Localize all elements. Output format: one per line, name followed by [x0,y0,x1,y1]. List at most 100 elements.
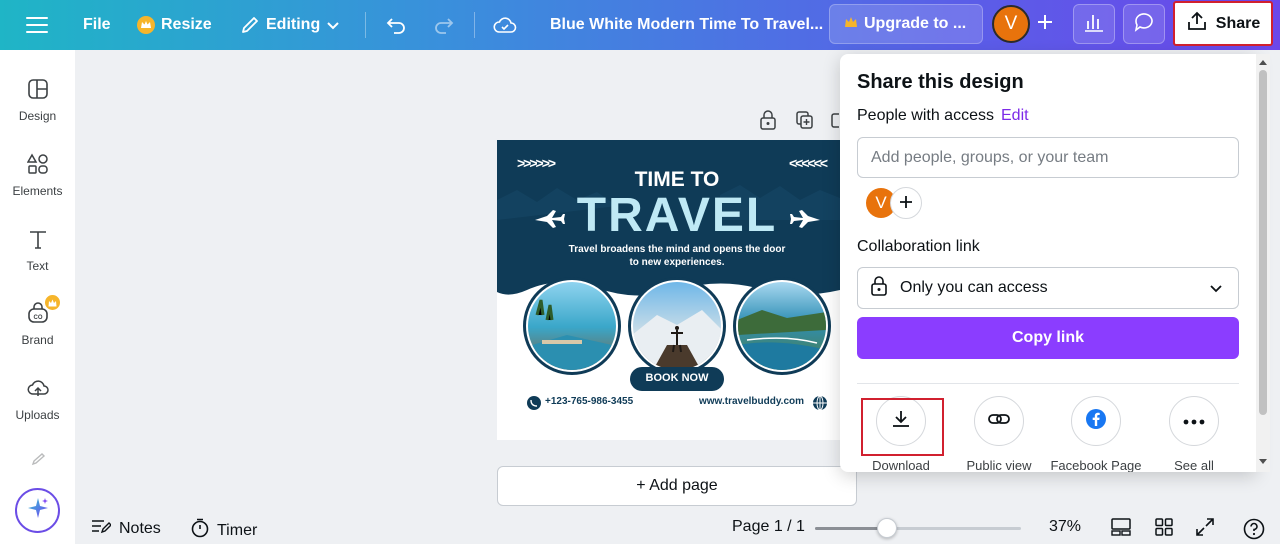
cloud-save-status[interactable] [493,7,517,43]
fullscreen-button[interactable] [1196,518,1214,541]
hamburger-icon [26,16,48,34]
sidebar-item-label: Text [26,259,49,273]
comments-button[interactable] [1123,4,1165,44]
sidebar-item-label: Elements [12,184,63,198]
poster-tagline-line-2: to new experiences. [629,257,725,268]
zoom-slider-thumb[interactable] [877,518,898,538]
insights-button[interactable] [1073,4,1115,44]
editing-mode-dropdown[interactable]: Editing [240,7,340,43]
share-option-label: See all [1174,458,1214,472]
zoom-level-text: 37% [1049,518,1082,535]
page-tools [759,110,843,135]
sidebar-item-label: Design [18,109,57,123]
sidebar-item-uploads[interactable]: Uploads [0,377,75,422]
pencil-icon [240,15,260,35]
panel-divider [857,383,1239,384]
magic-assistant-button[interactable] [15,488,60,533]
timer-button[interactable]: Timer [191,518,257,543]
share-button[interactable]: Share [1173,1,1273,46]
download-highlight-box [861,398,944,456]
timer-label: Timer [217,521,258,539]
notes-button[interactable]: Notes [91,518,161,539]
bottom-bar: Notes Timer Page 1 / 1 37% [75,513,1280,544]
premium-crown-icon [45,295,60,310]
share-option-label: Download [872,458,930,472]
sidebar-item-design[interactable]: Design [0,78,75,123]
add-page-icon[interactable] [831,110,843,135]
share-option-facebook-page[interactable]: Facebook Page [1046,396,1146,472]
text-t-icon [27,228,49,253]
share-label: Share [1215,14,1261,32]
redo-icon [433,15,455,35]
document-title[interactable]: Blue White Modern Time To Travel... [550,7,823,43]
facebook-option-circle[interactable] [1071,396,1121,446]
resize-button[interactable]: Resize [137,7,212,43]
pages-view-icon [1111,518,1131,541]
notes-icon [91,518,112,539]
upload-share-icon [1186,10,1208,37]
help-button[interactable] [1243,518,1265,544]
copy-link-label: Copy link [1011,329,1084,346]
page-view-button[interactable] [1111,518,1131,541]
public-view-option-circle[interactable] [974,396,1024,446]
poster-book-now: BOOK NOW [645,372,709,384]
help-icon [1243,518,1265,544]
redo-button[interactable] [433,7,455,43]
undo-icon [385,15,407,35]
share-option-label: Facebook Page [1050,458,1142,472]
sidebar-item-label: Brand [21,333,54,347]
poster-website: www.travelbuddy.com [699,396,805,407]
design-canvas[interactable]: >>>>>> <<<<<< TIME TO TRAVEL Travel broa… [497,140,840,440]
share-option-public-view[interactable]: Public view [949,396,1049,472]
bar-chart-icon [1083,12,1105,37]
crown-icon [844,15,858,33]
sidebar-item-text[interactable]: Text [0,228,75,273]
add-collaborator-button[interactable] [1028,6,1062,42]
document-title-text: Blue White Modern Time To Travel... [550,16,824,33]
plus-icon [899,192,913,215]
add-page-button[interactable]: + Add page [497,466,857,506]
lock-icon[interactable] [759,110,777,135]
plus-icon [1036,10,1054,38]
edit-access-link[interactable]: Edit [1001,107,1029,125]
editing-label: Editing [266,16,321,33]
menu-button[interactable] [26,7,48,43]
link-access-select[interactable]: Only you can access [857,267,1239,309]
left-sidebar: Design Elements Text CO Brand Uploads [0,50,75,544]
facebook-icon [1085,408,1107,435]
add-person-button[interactable] [890,187,922,219]
share-option-see-all[interactable]: See all [1144,396,1244,472]
undo-button[interactable] [385,7,407,43]
cloud-upload-icon [27,377,49,402]
avatar-initial: V [1004,13,1018,34]
panel-scrollbar-thumb[interactable] [1259,70,1267,415]
copy-link-button[interactable]: Copy link [857,317,1239,359]
user-avatar[interactable]: V [992,5,1030,43]
notes-label: Notes [119,519,161,537]
toolbar-divider [474,12,475,38]
link-icon [987,408,1011,435]
toolbar-divider [365,12,366,38]
share-option-label: Public view [966,458,1032,472]
file-menu-button[interactable]: File [83,7,111,43]
share-panel-title: Share this design [857,71,1024,93]
zoom-slider[interactable] [815,518,1021,538]
poster-heading-large: TRAVEL [576,189,778,242]
page-indicator-text: Page 1 / 1 [732,518,805,535]
add-people-input[interactable] [857,137,1239,178]
see-all-option-circle[interactable] [1169,396,1219,446]
more-icon [1183,412,1205,430]
grid-icon [1155,518,1173,541]
page-indicator[interactable]: Page 1 / 1 [732,518,805,536]
grid-view-button[interactable] [1155,518,1173,541]
link-access-value: Only you can access [900,279,1048,296]
duplicate-page-icon[interactable] [795,110,813,135]
upgrade-label: Upgrade to ... [864,15,967,32]
sidebar-item-elements[interactable]: Elements [0,153,75,198]
sidebar-item-brand[interactable]: CO Brand [0,295,75,347]
zoom-level-button[interactable]: 37% [1049,518,1081,536]
share-panel: Share this design People with access Edi… [840,54,1256,472]
sidebar-item-draw[interactable] [0,452,75,469]
timer-icon [191,518,209,543]
upgrade-button[interactable]: Upgrade to ... [829,4,983,44]
